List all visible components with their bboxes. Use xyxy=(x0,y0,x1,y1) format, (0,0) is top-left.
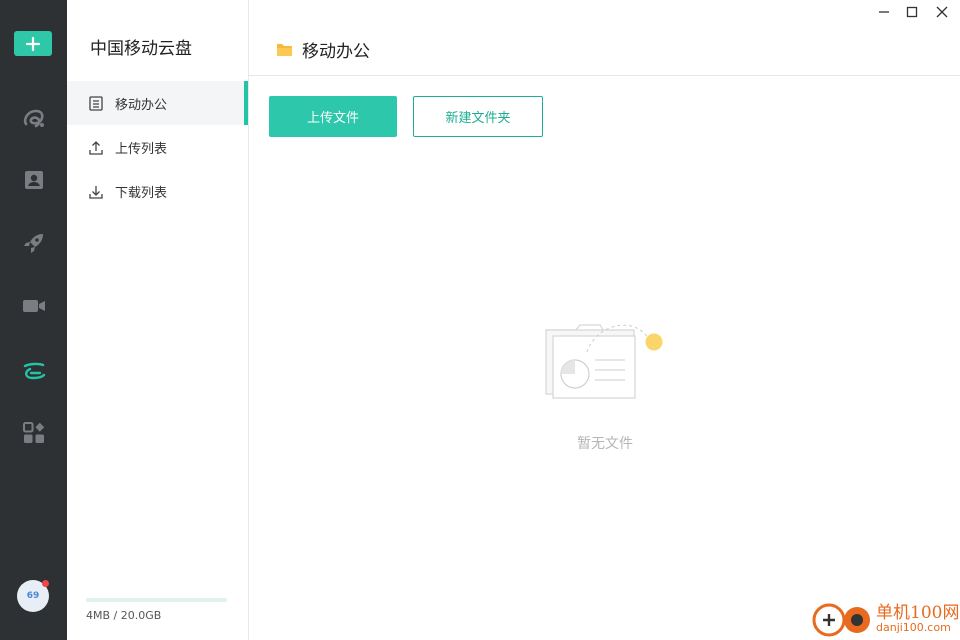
sidebar-item-upload-list[interactable]: 上传列表 xyxy=(67,125,248,169)
app-title: 中国移动云盘 xyxy=(90,39,192,59)
avatar-text: 69 xyxy=(26,591,40,601)
add-button[interactable] xyxy=(14,31,52,56)
sidebar: 中国移动云盘 移动办公 上传列表 下载列表 4MB / 20.0GB xyxy=(67,0,249,640)
rail-item-rocket[interactable] xyxy=(0,223,67,263)
new-folder-button[interactable]: 新建文件夹 xyxy=(413,96,543,137)
minimize-icon xyxy=(879,11,889,13)
app-window: 69 中国移动云盘 移动办公 上传列表 下载列表 4MB / 20.0GB 移动… xyxy=(0,0,960,640)
page-title: 移动办公 xyxy=(302,42,370,62)
upload-icon xyxy=(89,140,103,155)
cloud-disk-icon xyxy=(23,362,45,380)
rail-item-cloud-a[interactable] xyxy=(0,98,67,138)
rail-item-video[interactable] xyxy=(0,286,67,326)
rail-item-contacts[interactable] xyxy=(0,160,67,200)
avatar[interactable]: 69 xyxy=(17,580,49,612)
storage-progress-bar xyxy=(86,598,227,602)
empty-state-illustration xyxy=(545,316,665,406)
plus-icon xyxy=(26,36,40,51)
watermark-subtitle: danji100.com xyxy=(876,621,951,634)
header-bar: 移动办公 xyxy=(249,0,960,76)
contact-card-icon xyxy=(24,171,43,189)
empty-state-text: 暂无文件 xyxy=(577,436,633,452)
upload-file-button[interactable]: 上传文件 xyxy=(269,96,397,137)
watermark: 单机100网 danji100.com xyxy=(812,598,960,640)
sidebar-item-label: 上传列表 xyxy=(115,141,168,157)
empty-folder-icon xyxy=(545,324,663,399)
rocket-icon xyxy=(23,234,43,253)
notification-dot xyxy=(42,580,49,587)
close-icon xyxy=(936,6,948,18)
maximize-icon xyxy=(906,6,918,18)
sidebar-item-download-list[interactable]: 下载列表 xyxy=(67,169,248,213)
storage-usage-text: 4MB / 20.0GB xyxy=(86,609,162,622)
sidebar-item-mobile-office[interactable]: 移动办公 xyxy=(67,81,248,125)
main-panel: 移动办公 上传文件 新建文件夹 暂无文件 xyxy=(249,0,960,640)
rail-item-apps[interactable] xyxy=(0,413,67,453)
maximize-button[interactable] xyxy=(900,2,924,22)
apps-grid-icon xyxy=(22,422,44,443)
video-camera-icon xyxy=(22,300,45,312)
breadcrumb: 移动办公 xyxy=(276,37,370,62)
document-list-icon xyxy=(89,95,103,111)
close-button[interactable] xyxy=(930,2,954,22)
sidebar-item-label: 移动办公 xyxy=(115,97,168,113)
minimize-button[interactable] xyxy=(872,2,896,22)
cloud-a-icon xyxy=(23,109,44,128)
sidebar-item-label: 下载列表 xyxy=(115,185,168,201)
folder-icon xyxy=(277,43,292,56)
left-rail: 69 xyxy=(0,0,67,640)
rail-item-cloud-disk[interactable] xyxy=(0,350,67,390)
download-icon xyxy=(89,185,103,199)
watermark-title: 单机100网 xyxy=(876,603,960,623)
watermark-logo xyxy=(812,603,870,637)
